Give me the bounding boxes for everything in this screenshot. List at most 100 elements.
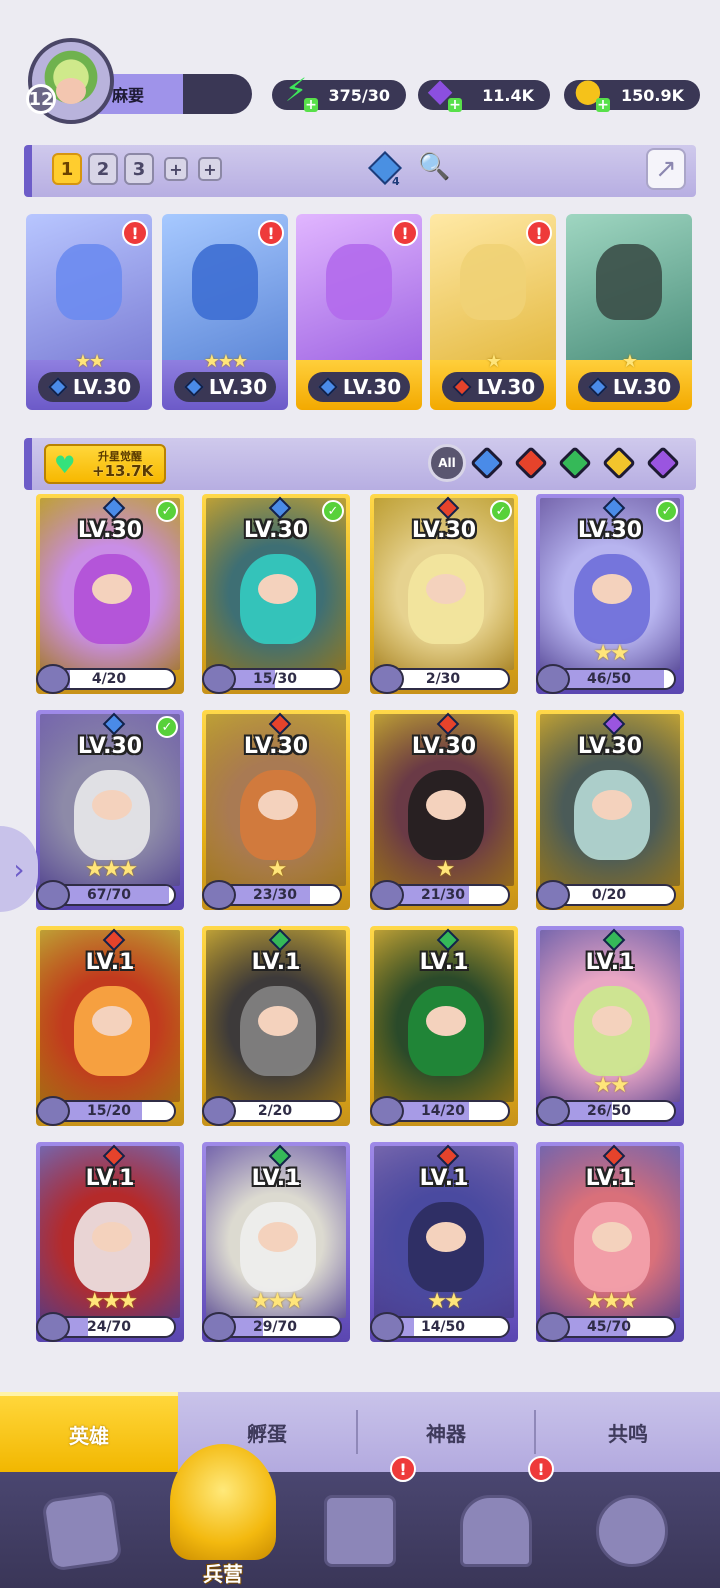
tab-heroes[interactable]: 英雄	[0, 1392, 178, 1472]
hero-shard-icon	[370, 880, 404, 910]
star-rating: ★★★	[84, 1289, 138, 1314]
hero-card[interactable]: ✓ LV.30 4/20	[36, 494, 184, 694]
star-rating: ★	[435, 857, 456, 882]
team-card-level: LV.30	[578, 372, 680, 402]
hero-card[interactable]: LV.1 ★★★ 29/70	[202, 1142, 350, 1342]
star-rating: ★★	[593, 1073, 629, 1098]
team-hero-card[interactable]: ★★ LV.30!	[26, 214, 152, 410]
team-hero-card[interactable]: ★ LV.30	[566, 214, 692, 410]
water-element-icon	[47, 377, 68, 397]
guild-icon	[596, 1495, 668, 1567]
hero-shard-icon	[36, 1096, 70, 1126]
hero-card[interactable]: LV.1 ★★ 14/50	[370, 1142, 518, 1342]
hero-level: LV.1	[85, 1166, 135, 1191]
team-hero-card[interactable]: ★ LV.30!	[430, 214, 556, 410]
hero-shard-icon	[202, 1312, 236, 1342]
nav-shop-alert: !	[528, 1456, 554, 1482]
hero-card[interactable]: LV.30 ★ 21/30	[370, 710, 518, 910]
hero-card[interactable]: ✓ LV.30 2/30	[370, 494, 518, 694]
team-card-level: LV.30	[174, 372, 276, 402]
hero-card[interactable]: LV.30 ★ 23/30	[202, 710, 350, 910]
filter-nature-button[interactable]	[556, 444, 594, 482]
hero-card[interactable]: ✓ LV.30 15/30	[202, 494, 350, 694]
team-card-level: LV.30	[308, 372, 410, 402]
team-tab-3[interactable]: 3	[124, 153, 154, 185]
team-card-level-text: LV.30	[476, 375, 536, 399]
team-gem-count: 4	[392, 175, 400, 188]
alert-icon: !	[392, 220, 418, 246]
team-card-level-text: LV.30	[72, 375, 132, 399]
filter-dark-button[interactable]	[644, 444, 682, 482]
hero-shard-icon	[202, 664, 236, 694]
water-element-icon	[587, 377, 608, 397]
shop-icon	[460, 1495, 532, 1567]
star-rating: ★★	[74, 351, 105, 372]
hero-shard-icon	[36, 1312, 70, 1342]
team-add-button-1[interactable]: +	[164, 157, 188, 181]
hero-level: LV.1	[251, 1166, 301, 1191]
nav-barracks-label: 兵营	[203, 1562, 243, 1586]
star-rating: ★	[267, 857, 288, 882]
team-element-gem[interactable]: 4	[368, 151, 402, 191]
team-card-level: LV.30	[38, 372, 140, 402]
filter-all-button[interactable]: All	[428, 444, 466, 482]
hero-level: LV.30	[243, 734, 309, 759]
team-add-button-2[interactable]: +	[198, 157, 222, 181]
hero-level: LV.30	[577, 518, 643, 543]
hero-card[interactable]: LV.1 ★★ 26/50	[536, 926, 684, 1126]
hero-shard-icon	[36, 664, 70, 694]
hero-card[interactable]: LV.30 0/20	[536, 710, 684, 910]
star-rating: ★★★	[584, 1289, 638, 1314]
side-drawer-toggle[interactable]: ›	[0, 826, 38, 912]
hero-level: LV.30	[411, 518, 477, 543]
nav-map[interactable]	[300, 1476, 420, 1586]
filter-fire-button[interactable]	[512, 444, 550, 482]
filter-light-button[interactable]	[600, 444, 638, 482]
star-rating: ★★★	[84, 857, 138, 882]
hero-level: LV.1	[419, 1166, 469, 1191]
hero-card[interactable]: LV.1 ★★★ 45/70	[536, 1142, 684, 1342]
hero-shard-icon	[536, 1096, 570, 1126]
hero-shard-icon	[536, 1312, 570, 1342]
hero-shard-icon	[370, 664, 404, 694]
hero-card[interactable]: LV.1 15/20	[36, 926, 184, 1126]
nav-guild[interactable]	[572, 1476, 692, 1586]
team-tab-1[interactable]: 1	[52, 153, 82, 185]
filter-water-button[interactable]	[468, 444, 506, 482]
star-rating: ★	[621, 351, 638, 372]
coin-icon: ● +	[574, 71, 610, 113]
hero-shard-icon	[36, 880, 70, 910]
share-button[interactable]: ↗	[646, 148, 686, 190]
energy-icon: ⚡ +	[284, 71, 318, 113]
team-card-level-text: LV.30	[342, 375, 402, 399]
gem-value: 11.4K	[482, 85, 534, 105]
nav-barracks[interactable]: 兵营	[166, 1444, 280, 1588]
share-icon: ↗	[655, 154, 677, 184]
team-hero-card[interactable]: LV.30!	[296, 214, 422, 410]
hero-shard-icon	[202, 880, 236, 910]
search-icon[interactable]: 🔍	[418, 152, 450, 182]
hero-card[interactable]: ✓ LV.30 ★★★ 67/70	[36, 710, 184, 910]
cards-icon	[41, 1490, 123, 1572]
hero-shard-icon	[370, 1312, 404, 1342]
energy-value: 375/30	[328, 85, 390, 105]
hero-shard-icon	[202, 1096, 236, 1126]
star-awaken-button[interactable]: ♥ 升星觉醒 +13.7K	[44, 444, 166, 484]
hero-card[interactable]: ✓ LV.30 ★★ 46/50	[536, 494, 684, 694]
tab-resonance[interactable]: 共鸣	[536, 1392, 720, 1472]
heart-icon: ♥	[54, 451, 76, 479]
team-hero-card[interactable]: ★★★ LV.30!	[162, 214, 288, 410]
hero-card[interactable]: LV.1 2/20	[202, 926, 350, 1126]
hero-level: LV.1	[85, 950, 135, 975]
hero-level: LV.30	[77, 734, 143, 759]
barracks-icon	[170, 1444, 276, 1560]
hero-level: LV.1	[585, 1166, 635, 1191]
hero-card[interactable]: LV.1 ★★★ 24/70	[36, 1142, 184, 1342]
tab-artifacts[interactable]: 神器	[358, 1392, 534, 1472]
team-tab-2[interactable]: 2	[88, 153, 118, 185]
nav-cards[interactable]	[22, 1476, 142, 1586]
nav-shop[interactable]	[436, 1476, 556, 1586]
hero-card[interactable]: LV.1 14/20	[370, 926, 518, 1126]
alert-icon: !	[122, 220, 148, 246]
hero-level: LV.30	[77, 518, 143, 543]
